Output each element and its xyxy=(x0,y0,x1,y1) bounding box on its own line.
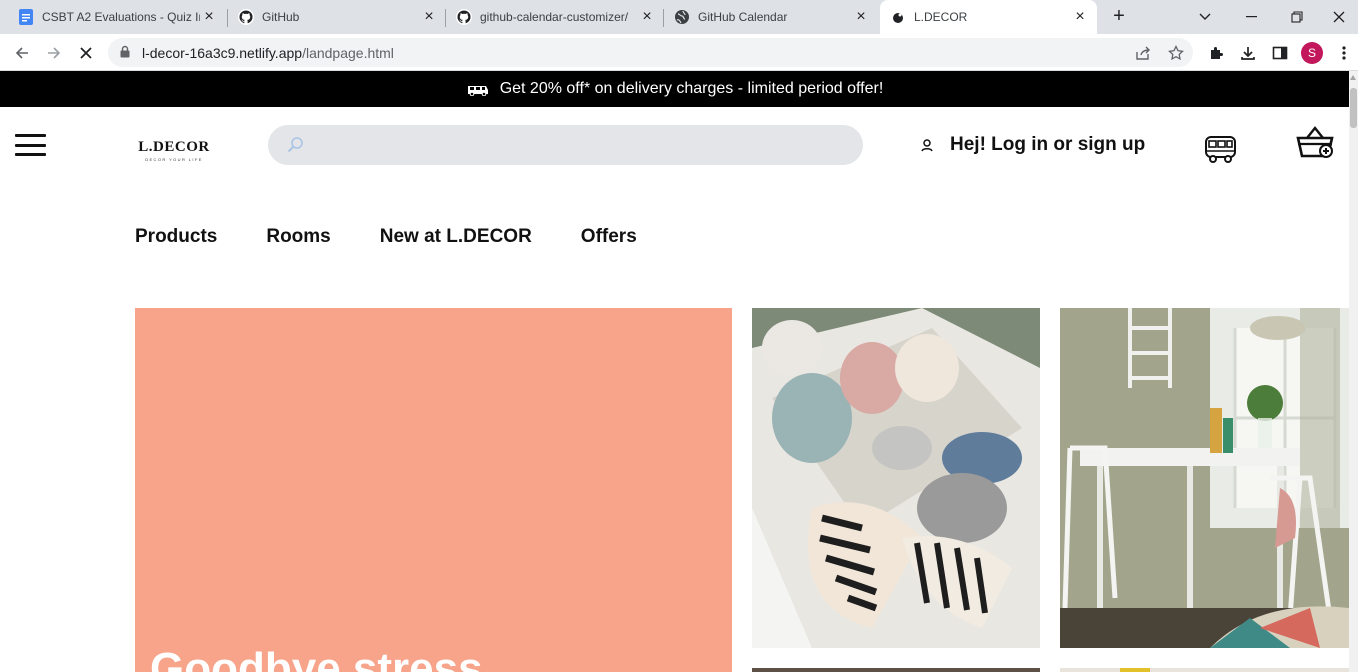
back-button[interactable] xyxy=(8,39,36,67)
product-tile-photo[interactable] xyxy=(752,668,1040,672)
lock-icon[interactable] xyxy=(120,45,130,63)
hamburger-menu-icon[interactable] xyxy=(15,134,46,156)
extensions-icon[interactable] xyxy=(1202,39,1230,67)
bookmark-star-icon[interactable] xyxy=(1167,44,1185,62)
tab-github-calendar-customizer[interactable]: github-calendar-customizer/ × xyxy=(446,0,664,34)
menu-kebab-icon[interactable] xyxy=(1330,39,1358,67)
url-text[interactable]: l-decor-16a3c9.netlify.app/landpage.html xyxy=(142,45,394,61)
user-icon xyxy=(920,138,934,152)
nav-rooms[interactable]: Rooms xyxy=(266,226,330,248)
close-tab-icon[interactable]: × xyxy=(420,8,438,26)
browser-toolbar: l-decor-16a3c9.netlify.app/landpage.html… xyxy=(0,34,1358,71)
google-docs-icon xyxy=(18,9,34,25)
storage-box-photo[interactable] xyxy=(752,308,1040,648)
new-tab-button[interactable]: + xyxy=(1106,4,1132,30)
stop-loading-button[interactable] xyxy=(72,39,100,67)
delivery-truck-icon[interactable] xyxy=(1203,133,1239,170)
tab-title: GitHub Calendar xyxy=(698,10,788,24)
side-panel-icon[interactable] xyxy=(1266,39,1294,67)
tab-title: github-calendar-customizer/ xyxy=(480,10,629,24)
product-tile-photo[interactable] xyxy=(1060,668,1349,672)
tab-github[interactable]: GitHub × xyxy=(228,0,446,34)
tile-accent xyxy=(1120,668,1150,672)
scrollbar-thumb[interactable] xyxy=(1350,88,1357,128)
hero-headline: Goodbye stress xyxy=(150,644,483,672)
nav-new-at-ldecor[interactable]: New at L.DECOR xyxy=(380,226,532,248)
tab-github-calendar[interactable]: GitHub Calendar × xyxy=(664,0,878,34)
address-bar[interactable]: l-decor-16a3c9.netlify.app/landpage.html xyxy=(108,38,1193,67)
globe-icon xyxy=(674,9,690,25)
minimize-button[interactable] xyxy=(1228,0,1274,34)
tab-title: GitHub xyxy=(262,10,300,24)
login-link[interactable]: Hej! Log in or sign up xyxy=(920,134,1145,156)
github-icon xyxy=(456,9,472,25)
profile-avatar[interactable]: S xyxy=(1301,42,1323,64)
close-tab-icon[interactable]: × xyxy=(852,8,870,26)
page-scrollbar[interactable] xyxy=(1349,71,1358,672)
tab-csbt-quiz[interactable]: CSBT A2 Evaluations - Quiz In × xyxy=(8,0,226,34)
close-tab-icon[interactable]: × xyxy=(1071,8,1089,26)
nav-offers[interactable]: Offers xyxy=(581,226,637,248)
tab-search-button[interactable] xyxy=(1182,0,1228,34)
forward-button[interactable] xyxy=(40,39,68,67)
share-icon[interactable] xyxy=(1134,44,1152,62)
promo-text: Get 20% off* on delivery charges - limit… xyxy=(499,80,884,97)
tab-strip: CSBT A2 Evaluations - Quiz In × GitHub ×… xyxy=(0,0,1358,34)
login-text: Hej! Log in or sign up xyxy=(950,134,1146,155)
logo-tagline: DECOR YOUR LIFE xyxy=(145,157,203,162)
url-host: l-decor-16a3c9.netlify.app xyxy=(142,45,303,61)
search-bar[interactable] xyxy=(268,125,863,165)
nav-products[interactable]: Products xyxy=(135,226,217,248)
site-icon xyxy=(890,9,906,25)
github-icon xyxy=(238,9,254,25)
tab-title: CSBT A2 Evaluations - Quiz In xyxy=(42,10,200,24)
page-viewport: Get 20% off* on delivery charges - limit… xyxy=(0,71,1358,672)
tab-ldecor[interactable]: L.DECOR × xyxy=(880,0,1097,34)
url-path: /landpage.html xyxy=(302,45,394,61)
dining-room-photo[interactable] xyxy=(1060,308,1349,648)
site-logo[interactable]: L.DECOR DECOR YOUR LIFE xyxy=(118,139,230,162)
close-tab-icon[interactable]: × xyxy=(638,8,656,26)
logo-text: L.DECOR xyxy=(138,139,210,155)
search-input[interactable] xyxy=(312,133,842,157)
close-window-button[interactable] xyxy=(1320,0,1358,34)
promo-banner: Get 20% off* on delivery charges - limit… xyxy=(0,71,1349,107)
main-nav: Products Rooms New at L.DECOR Offers xyxy=(135,226,637,248)
search-icon[interactable] xyxy=(286,136,304,159)
close-tab-icon[interactable]: × xyxy=(200,8,218,26)
delivery-van-icon xyxy=(466,82,490,96)
shopping-basket-icon[interactable] xyxy=(1295,124,1337,167)
download-icon[interactable] xyxy=(1234,39,1262,67)
restore-button[interactable] xyxy=(1274,0,1320,34)
tab-title: L.DECOR xyxy=(914,10,968,24)
hero-banner[interactable]: Goodbye stress xyxy=(135,308,732,672)
scroll-up-arrow-icon[interactable] xyxy=(1350,75,1356,80)
